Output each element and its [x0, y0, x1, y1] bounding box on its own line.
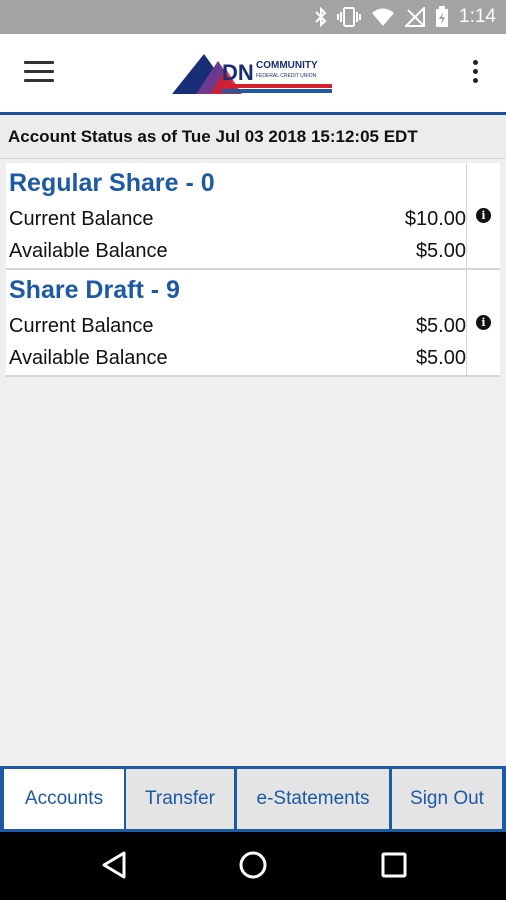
current-balance-label: Current Balance [9, 208, 154, 230]
logo-dn-text: DN [222, 60, 254, 85]
account-name: Share Draft - 9 [9, 276, 180, 304]
accounts-list: Regular Share - 0 Current Balance $10.00… [6, 163, 500, 377]
current-balance-value: $5.00 [415, 315, 466, 337]
current-balance-value: $10.00 [404, 208, 466, 230]
app-header: DN COMMUNITY FEDERAL CREDIT UNION [0, 34, 506, 115]
info-icon[interactable]: i [476, 208, 491, 223]
status-icons: 1:14 [315, 0, 496, 34]
logo-community-text: COMMUNITY [256, 60, 318, 71]
available-balance-label: Available Balance [9, 240, 168, 262]
account-status-timestamp: Account Status as of Tue Jul 03 2018 15:… [0, 115, 506, 159]
available-balance-row: Available Balance $5.00 [9, 240, 466, 268]
account-card-regular-share[interactable]: Regular Share - 0 Current Balance $10.00… [6, 163, 500, 270]
home-icon[interactable] [238, 850, 268, 880]
battery-charging-icon [436, 6, 449, 27]
info-icon[interactable]: i [476, 315, 491, 330]
status-bar: 1:14 [0, 0, 506, 34]
hamburger-menu-icon[interactable] [24, 61, 54, 83]
account-name: Regular Share - 0 [9, 169, 215, 197]
tab-accounts[interactable]: Accounts [4, 769, 124, 829]
available-balance-value: $5.00 [415, 240, 466, 262]
current-balance-row: Current Balance $10.00 [9, 208, 466, 236]
overflow-menu-icon[interactable] [465, 60, 485, 88]
tab-sign-out[interactable]: Sign Out [392, 769, 502, 829]
divider [466, 270, 467, 375]
current-balance-label: Current Balance [9, 315, 154, 337]
vibrate-icon [337, 7, 362, 27]
available-balance-value: $5.00 [415, 347, 466, 369]
account-card-share-draft[interactable]: Share Draft - 9 Current Balance $5.00 Av… [6, 270, 500, 377]
current-balance-row: Current Balance $5.00 [9, 315, 466, 343]
logo-fcu-text: FEDERAL CREDIT UNION [256, 73, 317, 79]
recents-icon[interactable] [380, 850, 408, 880]
no-signal-icon [405, 7, 426, 27]
credit-union-logo: DN COMMUNITY FEDERAL CREDIT UNION [170, 49, 340, 104]
back-icon[interactable] [100, 850, 128, 880]
tab-transfer[interactable]: Transfer [126, 769, 234, 829]
wifi-icon [372, 8, 395, 26]
clock: 1:14 [459, 6, 496, 27]
available-balance-row: Available Balance $5.00 [9, 347, 466, 375]
bottom-navigation: Accounts Transfer e-Statements Sign Out [0, 766, 506, 832]
divider [466, 163, 467, 268]
bluetooth-icon [315, 7, 327, 27]
available-balance-label: Available Balance [9, 347, 168, 369]
tab-e-statements[interactable]: e-Statements [237, 769, 389, 829]
system-navigation-bar [0, 832, 506, 900]
